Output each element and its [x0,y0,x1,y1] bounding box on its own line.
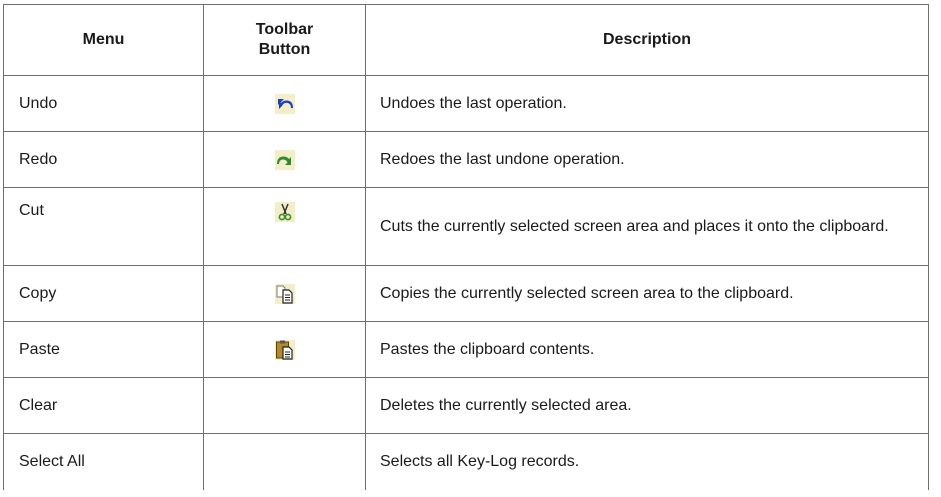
header-row: Menu Toolbar Button Description [3,4,929,76]
description-cell: Undoes the last operation. [365,75,929,132]
toolbar-button-cell [203,433,366,490]
table-row-redo: Redo Redoes the last undone operation. [3,131,929,188]
undo-icon [273,92,297,116]
table-row-select-all: Select All Selects all Key-Log records. [3,433,929,490]
description-cell: Cuts the currently selected screen area … [365,187,929,266]
menu-cell: Undo [3,75,204,132]
description-cell: Deletes the currently selected area. [365,377,929,434]
menu-cell: Redo [3,131,204,188]
description-cell: Pastes the clipboard contents. [365,321,929,378]
table-row-cut: Cut Cuts the currently selected screen a… [3,187,929,266]
toolbar-button-cell [203,131,366,188]
column-header-toolbar-button: Toolbar Button [203,4,366,76]
description-cell: Copies the currently selected screen are… [365,265,929,322]
toolbar-button-cell [203,377,366,434]
column-header-toolbar-line1: Toolbar [255,21,314,38]
paste-icon [273,338,297,362]
column-header-description: Description [365,4,929,76]
column-header-toolbar-line2: Button [258,41,311,58]
menu-cell: Select All [3,433,204,490]
table-row-clear: Clear Deletes the currently selected are… [3,377,929,434]
column-header-menu: Menu [3,4,204,76]
redo-icon [273,148,297,172]
copy-icon [273,282,297,306]
toolbar-button-cell [203,75,366,132]
edit-menu-table: Menu Toolbar Button Description Undo Und… [3,4,929,490]
menu-cell: Clear [3,377,204,434]
menu-cell: Copy [3,265,204,322]
table-row-copy: Copy Copies the currently selected scree… [3,265,929,322]
table-row-undo: Undo Undoes the last operation. [3,75,929,132]
description-cell: Selects all Key-Log records. [365,433,929,490]
scissors-icon [273,200,297,224]
menu-cell: Paste [3,321,204,378]
menu-cell: Cut [3,187,204,266]
toolbar-button-cell [203,265,366,322]
toolbar-button-cell [203,321,366,378]
toolbar-button-cell [203,187,366,266]
table-row-paste: Paste Pastes the clipboard contents. [3,321,929,378]
description-cell: Redoes the last undone operation. [365,131,929,188]
